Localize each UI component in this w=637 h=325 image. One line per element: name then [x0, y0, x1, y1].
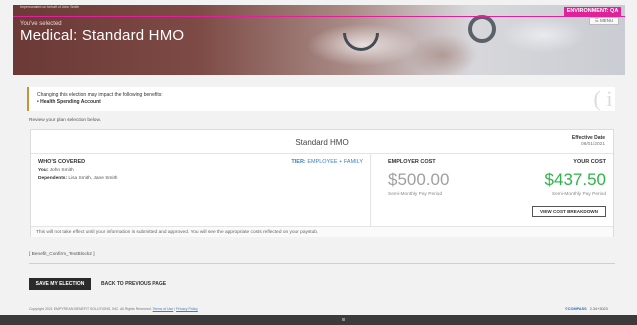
back-to-previous-page-link[interactable]: BACK TO PREVIOUS PAGE — [101, 281, 166, 287]
privacy-policy-link[interactable]: Privacy Policy — [176, 307, 198, 311]
app-window: Impersonated on behalf of John Smith ENV… — [0, 0, 637, 325]
menu-button[interactable]: ☰ MENU — [589, 17, 619, 25]
page-title: Medical: Standard HMO — [20, 27, 185, 44]
info-icon: ( i — [593, 86, 613, 111]
terms-of-use-link[interactable]: Terms of Use — [153, 307, 174, 311]
footnote-text: This will not take effect until your inf… — [36, 229, 319, 235]
environment-line — [13, 16, 625, 17]
whos-covered-heading: WHO'S COVERED — [38, 159, 86, 165]
bottom-bar-indicator — [342, 318, 345, 321]
effective-date-value: 08/01/2021 — [580, 142, 605, 147]
save-election-button[interactable]: SAVE MY ELECTION — [29, 278, 91, 290]
coverage-section: WHO'S COVERED TIER: EMPLOYEE + FAMILY Yo… — [31, 154, 371, 226]
employer-cost-amount: $500.00 — [388, 170, 450, 189]
tier-info: TIER: EMPLOYEE + FAMILY — [291, 159, 363, 165]
version-number: 2.34+3023 — [589, 307, 608, 311]
tier-label: TIER: — [291, 159, 306, 165]
impersonation-notice: Impersonated on behalf of John Smith — [20, 5, 80, 9]
stethoscope-chestpiece-graphic — [468, 15, 496, 43]
view-cost-breakdown-button[interactable]: VIEW COST BREAKDOWN — [532, 206, 606, 217]
effective-date-label: Effective Date — [571, 135, 605, 141]
copyright-notice: Copyright 2021 EMPYREAN BENEFIT SOLUTION… — [29, 307, 152, 311]
textblock-placeholder: [ Benefit_Confirm_TextBlock2 ] — [29, 252, 95, 257]
covered-you: You: John Smith — [38, 168, 74, 173]
dependents-label: Dependents: — [38, 176, 68, 181]
plan-card: Standard HMO Effective Date 08/01/2021 W… — [30, 129, 614, 237]
dependents-value: Lisa Smith, Jane Smith — [68, 176, 118, 181]
impact-notice: Changing this election may impact the fo… — [27, 87, 615, 111]
notice-item-text: Health Spending Account — [40, 99, 101, 105]
review-instruction: Review your plan selection below. — [29, 118, 101, 123]
plan-card-footnote: This will not take effect until your inf… — [31, 226, 613, 237]
bottom-bar — [0, 315, 637, 325]
environment-badge: ENVIRONMENT: QA — [564, 7, 621, 16]
you-label: You: — [38, 168, 49, 173]
plan-name: Standard HMO — [295, 138, 349, 147]
compass-logo: ©COMPASS — [565, 307, 587, 311]
employer-cost-period: Semi-Monthly Pay Period — [388, 192, 443, 197]
tier-value: EMPLOYEE + FAMILY — [307, 159, 363, 165]
covered-dependents: Dependents: Lisa Smith, Jane Smith — [38, 176, 117, 181]
divider — [29, 263, 615, 264]
copyright-text: Copyright 2021 EMPYREAN BENEFIT SOLUTION… — [29, 307, 198, 311]
your-cost-amount: $437.50 — [544, 170, 606, 189]
you-value: John Smith — [49, 168, 74, 173]
your-cost-label: YOUR COST — [573, 159, 606, 165]
notice-title: Changing this election may impact the fo… — [37, 92, 163, 98]
plan-card-header: Standard HMO Effective Date 08/01/2021 — [31, 130, 613, 154]
notice-list-item: • Health Spending Account — [37, 99, 101, 105]
your-cost-period: Semi-Monthly Pay Period — [551, 192, 606, 197]
employer-cost-label: EMPLOYER COST — [388, 159, 436, 165]
version-info: ©COMPASS 2.34+3023 — [565, 307, 608, 311]
